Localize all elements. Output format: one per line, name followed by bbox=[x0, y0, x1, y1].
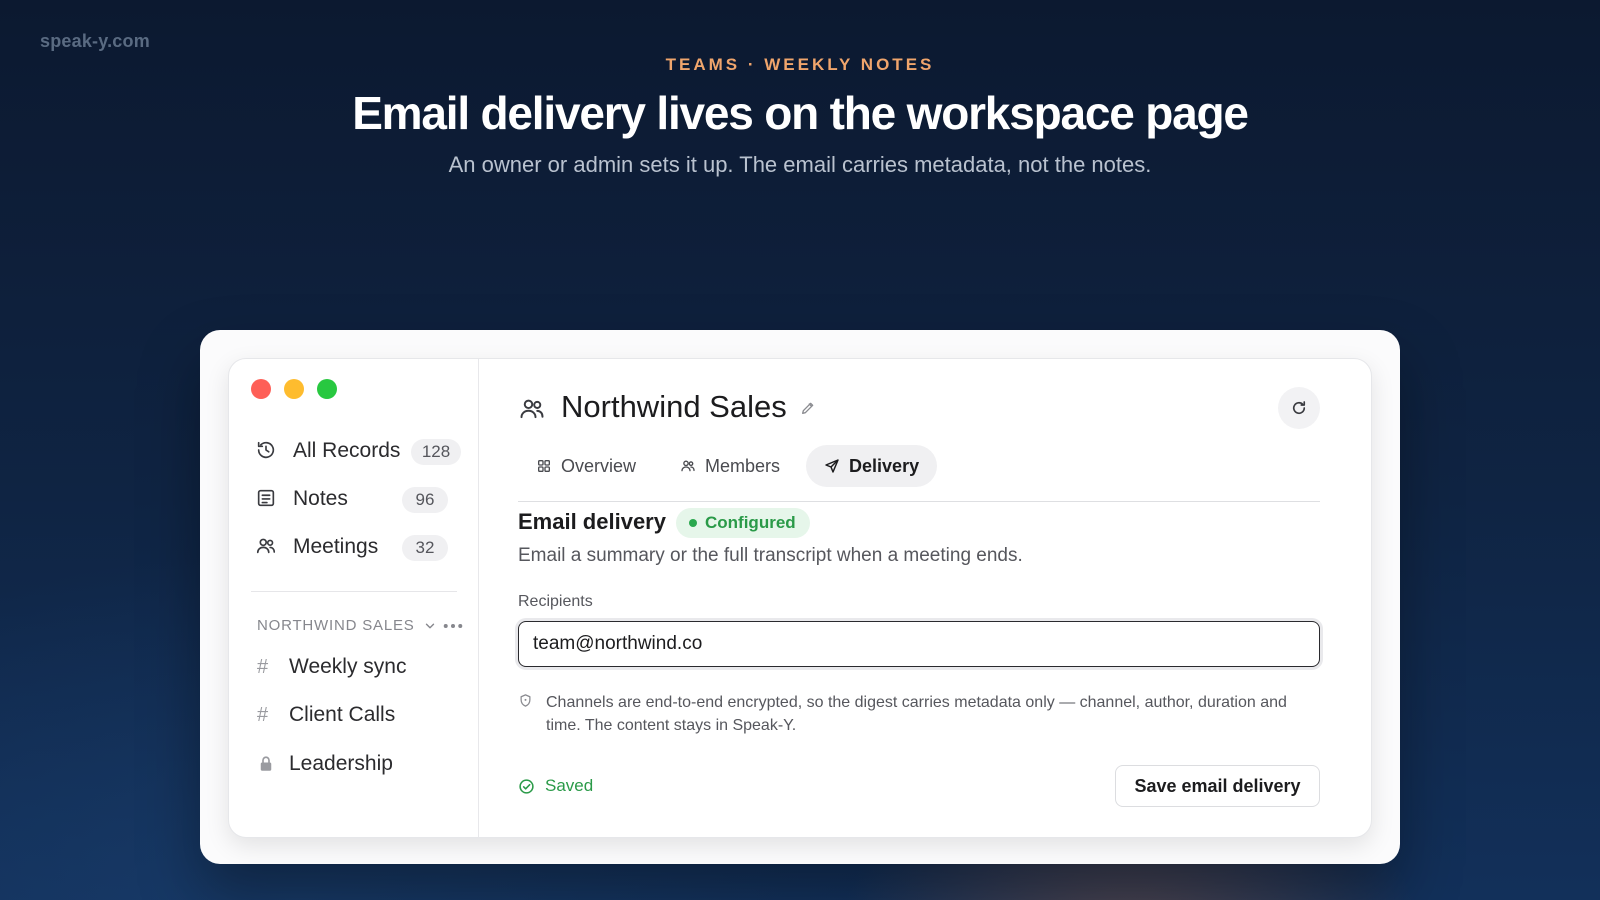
encryption-note: Channels are end-to-end encrypted, so th… bbox=[518, 691, 1320, 737]
count-badge: 128 bbox=[411, 439, 461, 465]
sidebar-item-label: Notes bbox=[293, 487, 348, 510]
tab-label: Members bbox=[705, 455, 781, 476]
workspace-tabs: Overview Members Delivery bbox=[518, 445, 945, 487]
lock-icon bbox=[257, 755, 289, 773]
tabs-divider bbox=[518, 501, 1320, 502]
workspace-panel: Northwind Sales Overview Members Deliver… bbox=[480, 359, 1371, 837]
sidebar-item-all-records[interactable]: All Records bbox=[255, 434, 400, 468]
status-badge: Configured bbox=[676, 508, 810, 538]
shield-icon bbox=[518, 691, 546, 737]
sidebar-item-notes[interactable]: Notes bbox=[255, 482, 348, 516]
section-title: Email delivery bbox=[518, 509, 666, 534]
channel-label: Leadership bbox=[289, 752, 393, 775]
sidebar: All Records 128 Notes 96 Meetings 32 NOR… bbox=[229, 359, 479, 837]
people-icon bbox=[255, 535, 279, 559]
hero-headline: Email delivery lives on the workspace pa… bbox=[352, 87, 1249, 139]
hero-eyebrow: TEAMS · WEEKLY NOTES bbox=[665, 55, 935, 74]
brand-watermark: speak-y.com bbox=[40, 31, 150, 51]
section-description: Email a summary or the full transcript w… bbox=[518, 545, 1023, 566]
hash-icon: # bbox=[257, 703, 269, 726]
history-icon bbox=[255, 439, 279, 463]
channel-item-weekly-sync[interactable]: # Weekly sync bbox=[257, 655, 406, 679]
app-window: All Records 128 Notes 96 Meetings 32 NOR… bbox=[228, 358, 1372, 838]
sidebar-divider bbox=[251, 591, 457, 592]
tab-label: Overview bbox=[561, 455, 637, 476]
workspace-section-header[interactable]: NORTHWIND SALES bbox=[257, 617, 463, 634]
tab-delivery[interactable]: Delivery bbox=[806, 445, 938, 487]
note-icon bbox=[255, 487, 279, 511]
send-icon bbox=[825, 459, 839, 473]
minimize-window-button[interactable] bbox=[284, 379, 304, 399]
status-label: Configured bbox=[705, 513, 796, 532]
recipients-label: Recipients bbox=[518, 593, 593, 610]
page-title: Northwind Sales bbox=[561, 389, 787, 424]
refresh-button[interactable] bbox=[1278, 387, 1320, 429]
channel-label: Weekly sync bbox=[289, 655, 407, 678]
screenshot-frame: All Records 128 Notes 96 Meetings 32 NOR… bbox=[200, 330, 1400, 864]
people-icon bbox=[681, 460, 695, 472]
more-options-icon[interactable] bbox=[443, 617, 465, 635]
sidebar-item-label: Meetings bbox=[293, 535, 379, 558]
window-controls bbox=[251, 379, 337, 399]
count-badge: 32 bbox=[402, 535, 448, 561]
channel-item-leadership[interactable]: Leadership bbox=[257, 752, 393, 776]
hash-icon: # bbox=[257, 655, 269, 678]
refresh-icon bbox=[1292, 401, 1306, 415]
note-text: Channels are end-to-end encrypted, so th… bbox=[546, 694, 1287, 734]
close-window-button[interactable] bbox=[251, 379, 271, 399]
pencil-icon[interactable] bbox=[800, 400, 816, 416]
check-circle-icon bbox=[519, 778, 534, 794]
zoom-window-button[interactable] bbox=[317, 379, 337, 399]
tab-overview[interactable]: Overview bbox=[518, 445, 654, 487]
channel-item-client-calls[interactable]: # Client Calls bbox=[257, 703, 395, 727]
saved-status: Saved bbox=[518, 776, 593, 796]
tab-members[interactable]: Members bbox=[662, 445, 798, 487]
sidebar-item-meetings[interactable]: Meetings bbox=[255, 530, 378, 564]
tab-label: Delivery bbox=[849, 455, 920, 476]
workspace-people-icon bbox=[520, 399, 544, 419]
status-dot-icon bbox=[689, 519, 697, 527]
saved-label: Saved bbox=[545, 776, 594, 795]
save-email-delivery-button[interactable]: Save email delivery bbox=[1115, 765, 1320, 807]
hero-subhead: An owner or admin sets it up. The email … bbox=[448, 152, 1152, 177]
section-title: NORTHWIND SALES bbox=[257, 617, 415, 634]
grid-icon bbox=[538, 460, 550, 472]
recipients-input[interactable] bbox=[518, 621, 1320, 667]
count-badge: 96 bbox=[402, 487, 448, 513]
sidebar-item-label: All Records bbox=[293, 439, 401, 462]
channel-label: Client Calls bbox=[289, 703, 396, 726]
chevron-down-icon bbox=[425, 623, 434, 628]
